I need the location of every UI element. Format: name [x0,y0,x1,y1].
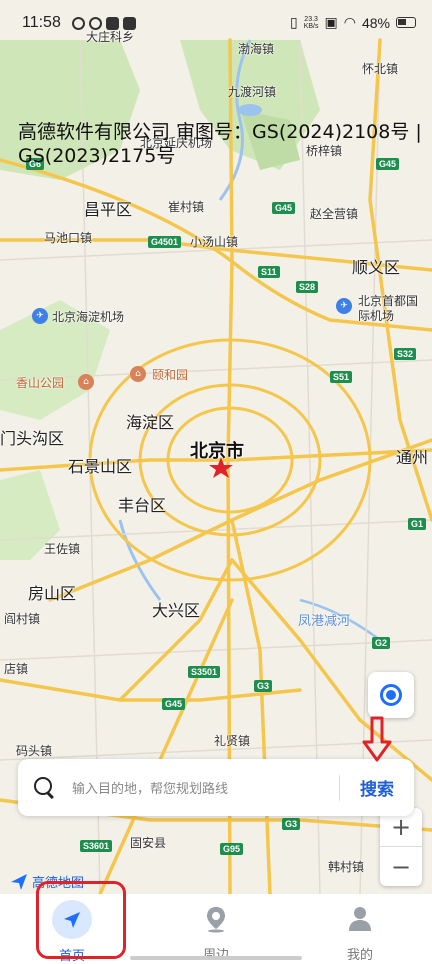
map-label-changping: 昌平区 [84,200,133,219]
map-label-shijingshan: 石景山区 [68,457,133,476]
highway-shield: G3 [254,680,273,692]
highway-shield: G3 [282,818,301,830]
map-label-fengtai: 丰台区 [118,496,167,515]
highway-shield: G1 [408,518,427,530]
network-speed: 23.3 KB/s [304,16,319,30]
park-icon: ⌂ [130,366,146,382]
zoom-out-button[interactable]: − [380,847,422,886]
person-icon [341,900,379,938]
map-label-jiuduhe: 九渡河镇 [228,85,277,99]
map-label-haidian-airport: 北京海淀机场 [52,310,125,324]
map-label-beijing: 北京市 [190,441,244,462]
nav-item-nearby[interactable]: 周边 [144,894,288,964]
annotation-highlight-box [36,881,126,959]
map-label-haidian: 海淀区 [126,413,175,432]
location-pin-icon [197,900,235,938]
map-label-fangshan: 房山区 [28,584,77,603]
locate-button[interactable] [368,672,414,718]
nav-label-mine: 我的 [346,948,373,963]
status-right: ▯ 23.3 KB/s ▣ ◠ 48% [290,14,416,31]
status-time: 11:58 [22,14,61,31]
notification-icon [72,17,85,30]
search-input[interactable]: 输入目的地，帮您规划路线 [72,778,339,797]
map-label-tongzhou: 通州 [396,448,429,467]
map-label-mentougou: 门头沟区 [0,429,65,448]
status-bar: 11:58 ▯ 23.3 KB/s ▣ ◠ 48% [0,0,432,40]
battery-percent: 48% [361,14,390,31]
airport-icon: ✈ [336,298,352,314]
zoom-controls: + − [380,808,422,886]
sim-icon: ▣ [324,14,338,30]
network-speed-value: 23.3 [304,15,318,23]
highway-shield: S32 [394,348,417,360]
highway-shield: G4501 [148,236,182,248]
map-label-shunyi: 顺义区 [352,258,401,277]
network-speed-unit: KB/s [303,22,319,30]
locate-icon [380,684,402,706]
map-label-cuicun: 崔村镇 [168,200,205,214]
highway-shield: S3601 [80,840,113,852]
map-label-wangzuo: 王佐镇 [44,542,81,556]
annotation-arrow-icon [362,716,392,762]
airport-icon: ✈ [32,308,48,324]
play-icon [106,17,119,30]
search-bar[interactable]: 输入目的地，帮您规划路线 搜索 [18,759,414,816]
battery-icon [396,17,416,28]
map-label-xiaotangshan: 小汤山镇 [190,235,239,249]
wifi-icon: ◠ [343,14,356,30]
map-label-machikou: 马池口镇 [44,231,93,245]
highway-shield: S51 [330,371,353,383]
nav-item-mine[interactable]: 我的 [288,894,432,964]
map-label-matou: 码头镇 [16,744,53,758]
map-label-fenggang: 凤港减河 [298,614,351,629]
map-label-xiangshan: 香山公园 [16,376,65,390]
vibrate-icon: ▯ [290,14,298,30]
highway-shield: G2 [372,637,391,649]
amap-logo-icon [11,873,27,890]
map-label-bohai: 渤海镇 [238,42,275,56]
highway-shield: G95 [220,843,244,855]
highway-shield: S3501 [188,666,221,678]
map-label-guan: 固安县 [130,836,167,850]
park-icon: ⌂ [78,374,94,390]
search-button[interactable]: 搜索 [340,775,414,800]
map-label-capital-airport: 北京首都国际机场 [358,294,419,323]
map-label-dianzhen: 店镇 [4,662,29,676]
home-indicator [130,956,302,960]
map-label-yiheyuan: 颐和园 [152,368,189,382]
highway-shield: G45 [272,202,296,214]
map-label-hancun: 韩村镇 [328,860,365,874]
map-label-yanzhen: 阎村镇 [4,612,41,626]
highway-shield: S11 [258,266,280,278]
highway-shield: S28 [296,281,319,293]
notification-icons [72,17,136,30]
map-label-zhaoquanying: 赵全营镇 [310,207,359,221]
highway-shield: G45 [162,698,186,710]
notification-icon [89,17,102,30]
search-icon [34,776,56,799]
map-label-huaibei: 怀北镇 [362,62,399,76]
map-label-lixian: 礼贤镇 [214,734,251,748]
nav-label-nearby: 周边 [203,944,229,963]
map-copyright: 高德软件有限公司 审图号：GS(2024)2108号 | GS(2023)217… [18,121,422,167]
map-label-daxing: 大兴区 [152,601,201,620]
mail-icon [123,17,136,30]
